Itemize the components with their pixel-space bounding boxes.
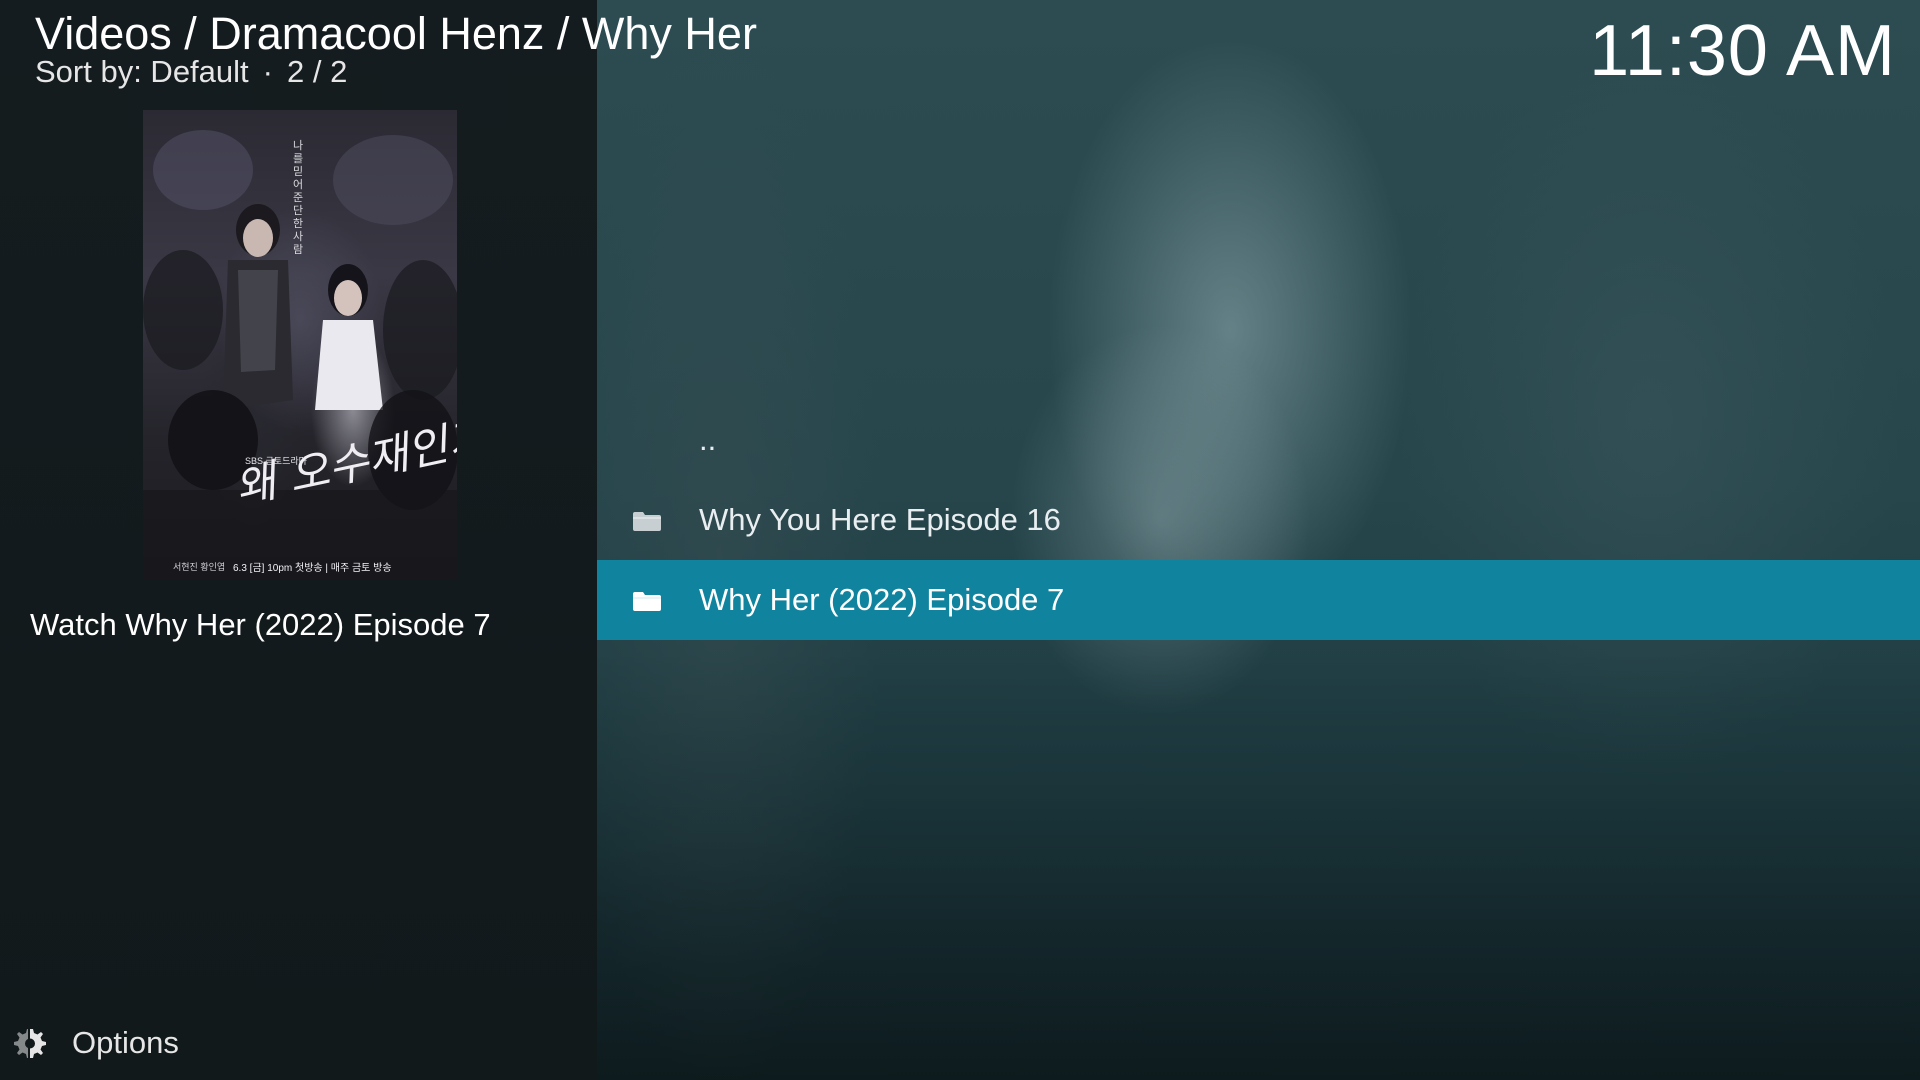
folder-icon [633,512,661,531]
list-item-why-her-episode-7[interactable]: Why Her (2022) Episode 7 [597,560,1920,640]
poster-image: 나를 믿어준단 한 사람 SBS 금토드라마 왜 오수재인가 서현진 황인엽 6… [143,110,457,580]
options-label: Options [72,1025,179,1060]
folder-icon [633,592,661,611]
list-item-label: Why You Here Episode 16 [699,502,1061,537]
list-item-why-you-here-episode-16[interactable]: Why You Here Episode 16 [597,480,1920,560]
plot-text: Watch Why Her (2022) Episode 7 [30,607,491,642]
poster-tagline: 나를 믿어준단 한 사람 [293,140,304,256]
poster-cast: 서현진 황인엽 [173,562,226,572]
clock: 11:30 AM [1589,11,1896,91]
sort-info: Sort by: Default · 2 / 2 [35,52,347,92]
info-panel: 나를 믿어준단 한 사람 SBS 금토드라마 왜 오수재인가 서현진 황인엽 6… [0,0,597,1080]
poster-airing: 6.3 [금] 10pm 첫방송 | 매주 금토 방송 [233,563,392,574]
sort-separator: · [262,54,273,89]
list-item-label: Why Her (2022) Episode 7 [699,582,1065,617]
options-button[interactable]: Options [12,1022,179,1064]
file-list: .. Why You Here Episode 16 Why Her (2022… [597,400,1920,640]
gear-icon [14,1029,46,1058]
list-item-label: .. [699,422,717,457]
sort-label: Sort by: Default [35,54,249,89]
item-position: 2 / 2 [286,54,348,89]
list-item-parent-folder[interactable]: .. [597,400,1920,480]
kodi-video-browser: 나를 믿어준단 한 사람 SBS 금토드라마 왜 오수재인가 서현진 황인엽 6… [0,0,1920,1080]
